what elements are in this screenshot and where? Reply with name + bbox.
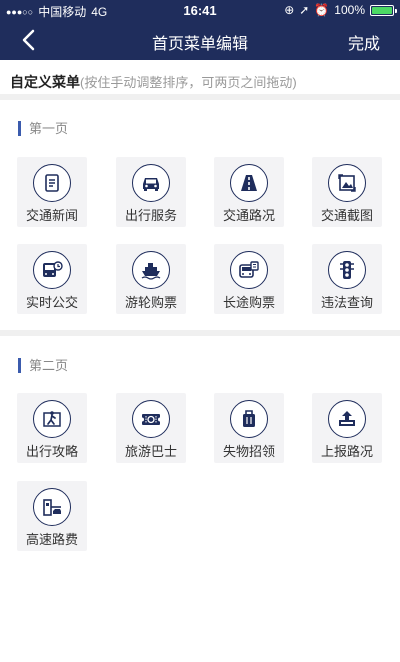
menu-item-label: 出行服务	[124, 208, 177, 223]
menu-item-label: 上报路况	[320, 444, 373, 459]
road-icon	[241, 175, 257, 191]
traffic-light-icon	[340, 261, 354, 279]
menu-item-label: 实时公交	[25, 295, 78, 310]
upload-icon	[339, 411, 355, 426]
battery-icon	[370, 4, 397, 16]
menu-item-lost-and-found[interactable]: 失物招领	[214, 393, 284, 463]
page-title: 首页菜单编辑	[151, 36, 248, 53]
news-icon	[45, 174, 59, 192]
menu-item-travel-guide[interactable]: 出行攻略	[17, 393, 87, 463]
hint-subtitle: (按住手动调整排序，可两页之间拖动)	[80, 75, 297, 90]
section-title-page2: 第二页	[18, 358, 68, 373]
menu-item-label: 交通截图	[320, 208, 373, 223]
hiking-map-icon	[43, 411, 61, 427]
menu-item-traffic-screenshot[interactable]: 交通截图	[312, 157, 382, 227]
menu-item-label: 违法查询	[320, 295, 373, 310]
menu-item-label: 游轮购票	[124, 295, 177, 310]
lock-rotation-icon: ⊕	[284, 3, 295, 17]
section-divider	[0, 330, 400, 336]
menu-item-travel-service[interactable]: 出行服务	[116, 157, 186, 227]
menu-item-label: 交通路况	[222, 208, 275, 223]
car-icon	[143, 178, 159, 191]
menu-hint: 自定义菜单(按住手动调整排序，可两页之间拖动)	[0, 60, 400, 100]
section-title-page1: 第一页	[18, 121, 68, 136]
menu-item-label: 长途购票	[222, 295, 275, 310]
battery-percent: 100%	[334, 3, 365, 17]
status-bar: ●●●○○ 中国移动 4G 16:41 ⊕ ➚ ⏰ 100%	[0, 0, 400, 20]
hint-title: 自定义菜单	[10, 74, 80, 90]
menu-item-traffic-conditions[interactable]: 交通路况	[214, 157, 284, 227]
menu-item-coach-ticket[interactable]: 长途购票	[214, 244, 284, 314]
done-button[interactable]: 完成	[348, 30, 380, 54]
menu-item-label: 高速路费	[25, 532, 78, 547]
menu-item-realtime-bus[interactable]: 实时公交	[17, 244, 87, 314]
menu-item-cruise-ticket[interactable]: 游轮购票	[116, 244, 186, 314]
menu-item-report-road[interactable]: 上报路况	[312, 393, 382, 463]
menu-item-label: 出行攻略	[25, 444, 78, 459]
menu-item-traffic-news[interactable]: 交通新闻	[17, 157, 87, 227]
menu-item-label: 失物招领	[222, 444, 275, 459]
menu-item-violation-query[interactable]: 违法查询	[312, 244, 382, 314]
location-icon: ➚	[299, 3, 310, 17]
alarm-icon: ⏰	[314, 3, 330, 17]
menu-item-tour-bus[interactable]: 旅游巴士	[116, 393, 186, 463]
menu-item-label: 旅游巴士	[124, 444, 177, 459]
toll-gate-icon	[43, 499, 61, 516]
menu-item-highway-toll[interactable]: 高速路费	[17, 481, 87, 551]
image-icon	[338, 174, 356, 192]
bus-clock-icon	[43, 261, 63, 277]
nav-bar: 首页菜单编辑 完成	[0, 20, 400, 60]
luggage-icon	[243, 410, 255, 427]
ticket-icon	[140, 414, 162, 425]
menu-item-label: 交通新闻	[25, 208, 78, 223]
coach-ticket-icon	[239, 261, 259, 278]
ship-icon	[141, 263, 161, 280]
